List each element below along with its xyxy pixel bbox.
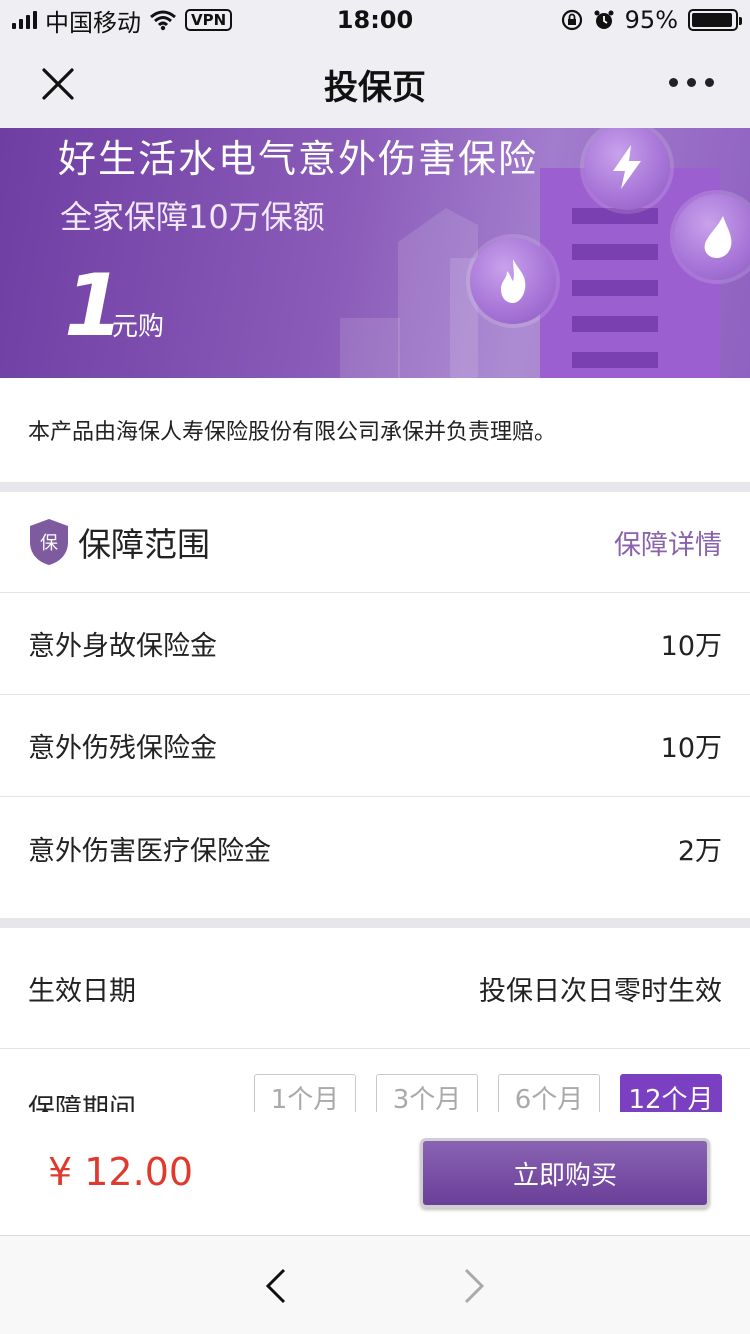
coverage-detail-link[interactable]: 保障详情 — [614, 523, 722, 562]
section-title: 保障范围 — [78, 525, 210, 564]
effective-date-row: 生效日期 投保日次日零时生效 — [0, 928, 750, 1049]
banner-subtitle: 全家保障10万保额 — [60, 198, 325, 236]
coverage-value: 10万 — [660, 631, 722, 662]
water-drop-icon — [674, 194, 750, 280]
wifi-icon — [150, 10, 176, 31]
building-decoration — [340, 318, 400, 378]
period-option-12-months[interactable]: 12个月 — [620, 1074, 722, 1112]
section-divider — [0, 482, 750, 492]
battery-level — [692, 13, 732, 27]
nav-bar: 投保页 — [0, 40, 750, 128]
coverage-label: 意外伤害医疗保险金 — [28, 835, 271, 867]
coverage-header: 保 保障范围 保障详情 — [0, 492, 750, 593]
back-arrow-icon[interactable] — [256, 1266, 296, 1306]
period-label: 保障期间 — [28, 1094, 136, 1112]
forward-arrow-icon[interactable] — [454, 1266, 494, 1306]
signal-icon — [12, 11, 37, 29]
period-option-3-months[interactable]: 3个月 — [376, 1074, 478, 1112]
period-row: 保障期间 1个月 3个月 6个月 12个月 — [0, 1049, 750, 1112]
status-left: 中国移动 VPN — [12, 3, 233, 38]
lightning-icon — [584, 128, 670, 210]
effective-date-label: 生效日期 — [28, 975, 136, 1007]
fire-icon — [470, 238, 556, 324]
section-divider — [0, 918, 750, 928]
coverage-row: 意外身故保险金 10万 — [0, 593, 750, 695]
coverage-value: 10万 — [660, 733, 722, 764]
browser-toolbar — [0, 1236, 750, 1334]
shield-icon: 保 — [30, 519, 68, 565]
alarm-icon — [594, 10, 614, 29]
orientation-lock-icon — [561, 9, 582, 31]
vpn-badge: VPN — [185, 9, 233, 31]
effective-date-value: 投保日次日零时生效 — [479, 975, 722, 1007]
buy-now-button[interactable]: 立即购买 — [420, 1138, 710, 1208]
coverage-value: 2万 — [677, 835, 722, 867]
coverage-label: 意外伤残保险金 — [28, 733, 217, 764]
battery-percent: 95% — [624, 6, 678, 34]
period-option-1-month[interactable]: 1个月 — [254, 1074, 356, 1112]
close-icon[interactable] — [38, 64, 78, 104]
status-bar: 中国移动 VPN 18:00 95% — [0, 0, 750, 40]
banner-title: 好生活水电气意外伤害保险 — [58, 137, 539, 181]
shield-badge-text: 保 — [40, 533, 58, 554]
status-right: 95% — [561, 6, 742, 34]
purchase-bar: ¥ 12.00 立即购买 — [0, 1112, 750, 1236]
coverage-label: 意外身故保险金 — [28, 631, 217, 662]
more-icon[interactable] — [669, 78, 714, 87]
period-option-6-months[interactable]: 6个月 — [498, 1074, 600, 1112]
page-title: 投保页 — [324, 67, 426, 108]
battery-icon — [688, 9, 742, 31]
total-price: ¥ 12.00 — [48, 1150, 194, 1194]
coverage-row: 意外伤害医疗保险金 2万 — [0, 797, 750, 899]
underwriter-notice: 本产品由海保人寿保险股份有限公司承保并负责理赔。 — [0, 378, 750, 482]
coverage-row: 意外伤残保险金 10万 — [0, 695, 750, 797]
carrier-name: 中国移动 — [45, 8, 141, 37]
promo-banner: 好生活水电气意外伤害保险 全家保障10万保额 1 元购 — [0, 128, 750, 378]
banner-price-unit: 元购 — [112, 312, 165, 342]
